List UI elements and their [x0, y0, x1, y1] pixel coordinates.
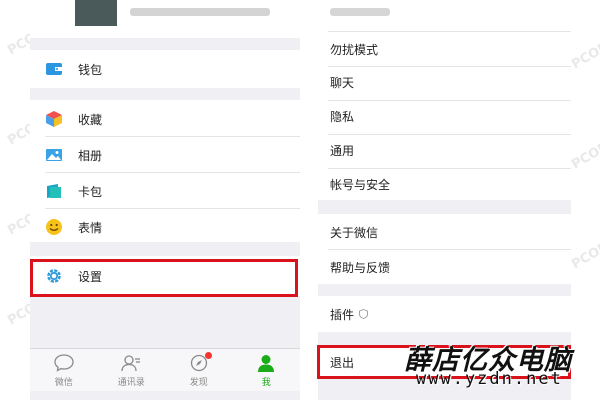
settings-group-2: 关于微信 帮助与反馈 — [318, 214, 571, 284]
menu-item-do-not-disturb[interactable]: 勿扰模式 — [318, 32, 571, 66]
album-photo-icon — [46, 149, 62, 161]
bottom-tab-bar: 微信 通讯录 发现 我 — [30, 348, 300, 391]
menu-item-label: 关于微信 — [330, 225, 379, 240]
menu-item-plugins[interactable]: 插件 — [318, 297, 571, 331]
tools-card: 收藏 相册 卡包 表情 — [30, 100, 300, 242]
menu-item-album[interactable]: 相册 — [30, 138, 300, 172]
left-margin — [0, 0, 30, 400]
menu-item-label: 插件 — [330, 307, 355, 322]
menu-item-label: 聊天 — [330, 75, 355, 90]
avatar — [75, 0, 117, 26]
wallet-icon — [46, 63, 62, 75]
profile-card[interactable] — [30, 0, 300, 38]
menu-item-privacy[interactable]: 隐私 — [318, 99, 571, 133]
menu-item-label: 钱包 — [78, 62, 103, 77]
settings-group-1: 勿扰模式 聊天 隐私 通用 帐号与安全 — [318, 0, 571, 200]
menu-item-chat[interactable]: 聊天 — [318, 65, 571, 99]
tab-label: 我 — [261, 378, 271, 388]
notification-dot — [204, 352, 212, 359]
menu-item-help-feedback[interactable]: 帮助与反馈 — [318, 250, 571, 284]
menu-item-general[interactable]: 通用 — [318, 133, 571, 167]
menu-item-stickers[interactable]: 表情 — [30, 210, 300, 244]
tab-label: 发现 — [189, 378, 208, 388]
menu-item-label: 表情 — [78, 220, 103, 235]
page: PCONLINE PCONLINE PCONLINE PCONLINE PCON… — [0, 0, 600, 400]
menu-item-cards[interactable]: 卡包 — [30, 174, 300, 208]
me-screen: 钱包 收藏 相册 卡包 表情 设置 微信 通讯录 发现 我 — [30, 0, 300, 400]
card-wallet-icon — [47, 184, 61, 198]
tab-label: 通讯录 — [117, 378, 145, 388]
menu-item-label: 卡包 — [78, 184, 103, 199]
menu-item-label: 帮助与反馈 — [330, 260, 391, 275]
tab-discover[interactable]: 发现 — [165, 349, 233, 391]
divider — [45, 208, 300, 209]
profile-name-blurred — [130, 8, 270, 16]
menu-item-label: 勿扰模式 — [330, 42, 379, 57]
favorites-cube-icon — [46, 111, 62, 127]
menu-item-label: 通用 — [330, 143, 355, 158]
tab-chats[interactable]: 微信 — [30, 349, 98, 391]
divider — [45, 172, 300, 173]
menu-item-label: 收藏 — [78, 112, 103, 127]
tab-label: 微信 — [54, 378, 73, 388]
brand-url: www.yzdn.net — [416, 369, 563, 389]
menu-item-about[interactable]: 关于微信 — [318, 215, 571, 249]
tab-contacts[interactable]: 通讯录 — [98, 349, 166, 391]
me-person-icon — [258, 355, 275, 372]
tab-me[interactable]: 我 — [233, 349, 301, 391]
menu-item-wallet[interactable]: 钱包 — [30, 52, 300, 86]
divider — [45, 136, 300, 137]
chat-bubble-icon — [54, 354, 74, 372]
shield-icon — [359, 309, 368, 319]
menu-item-favorites[interactable]: 收藏 — [30, 102, 300, 136]
settings-highlight-box — [30, 259, 298, 297]
contacts-icon — [121, 355, 141, 372]
plugin-card: 插件 — [318, 296, 571, 332]
sticker-smiley-icon — [46, 219, 62, 235]
menu-item-account-security[interactable]: 帐号与安全 — [318, 167, 571, 201]
wallet-card: 钱包 — [30, 50, 300, 88]
menu-item-label: 帐号与安全 — [330, 177, 391, 192]
menu-item-label: 相册 — [78, 148, 103, 163]
center-gutter — [300, 0, 318, 400]
menu-item-label: 隐私 — [330, 109, 355, 124]
menu-item-cropped — [330, 8, 390, 16]
